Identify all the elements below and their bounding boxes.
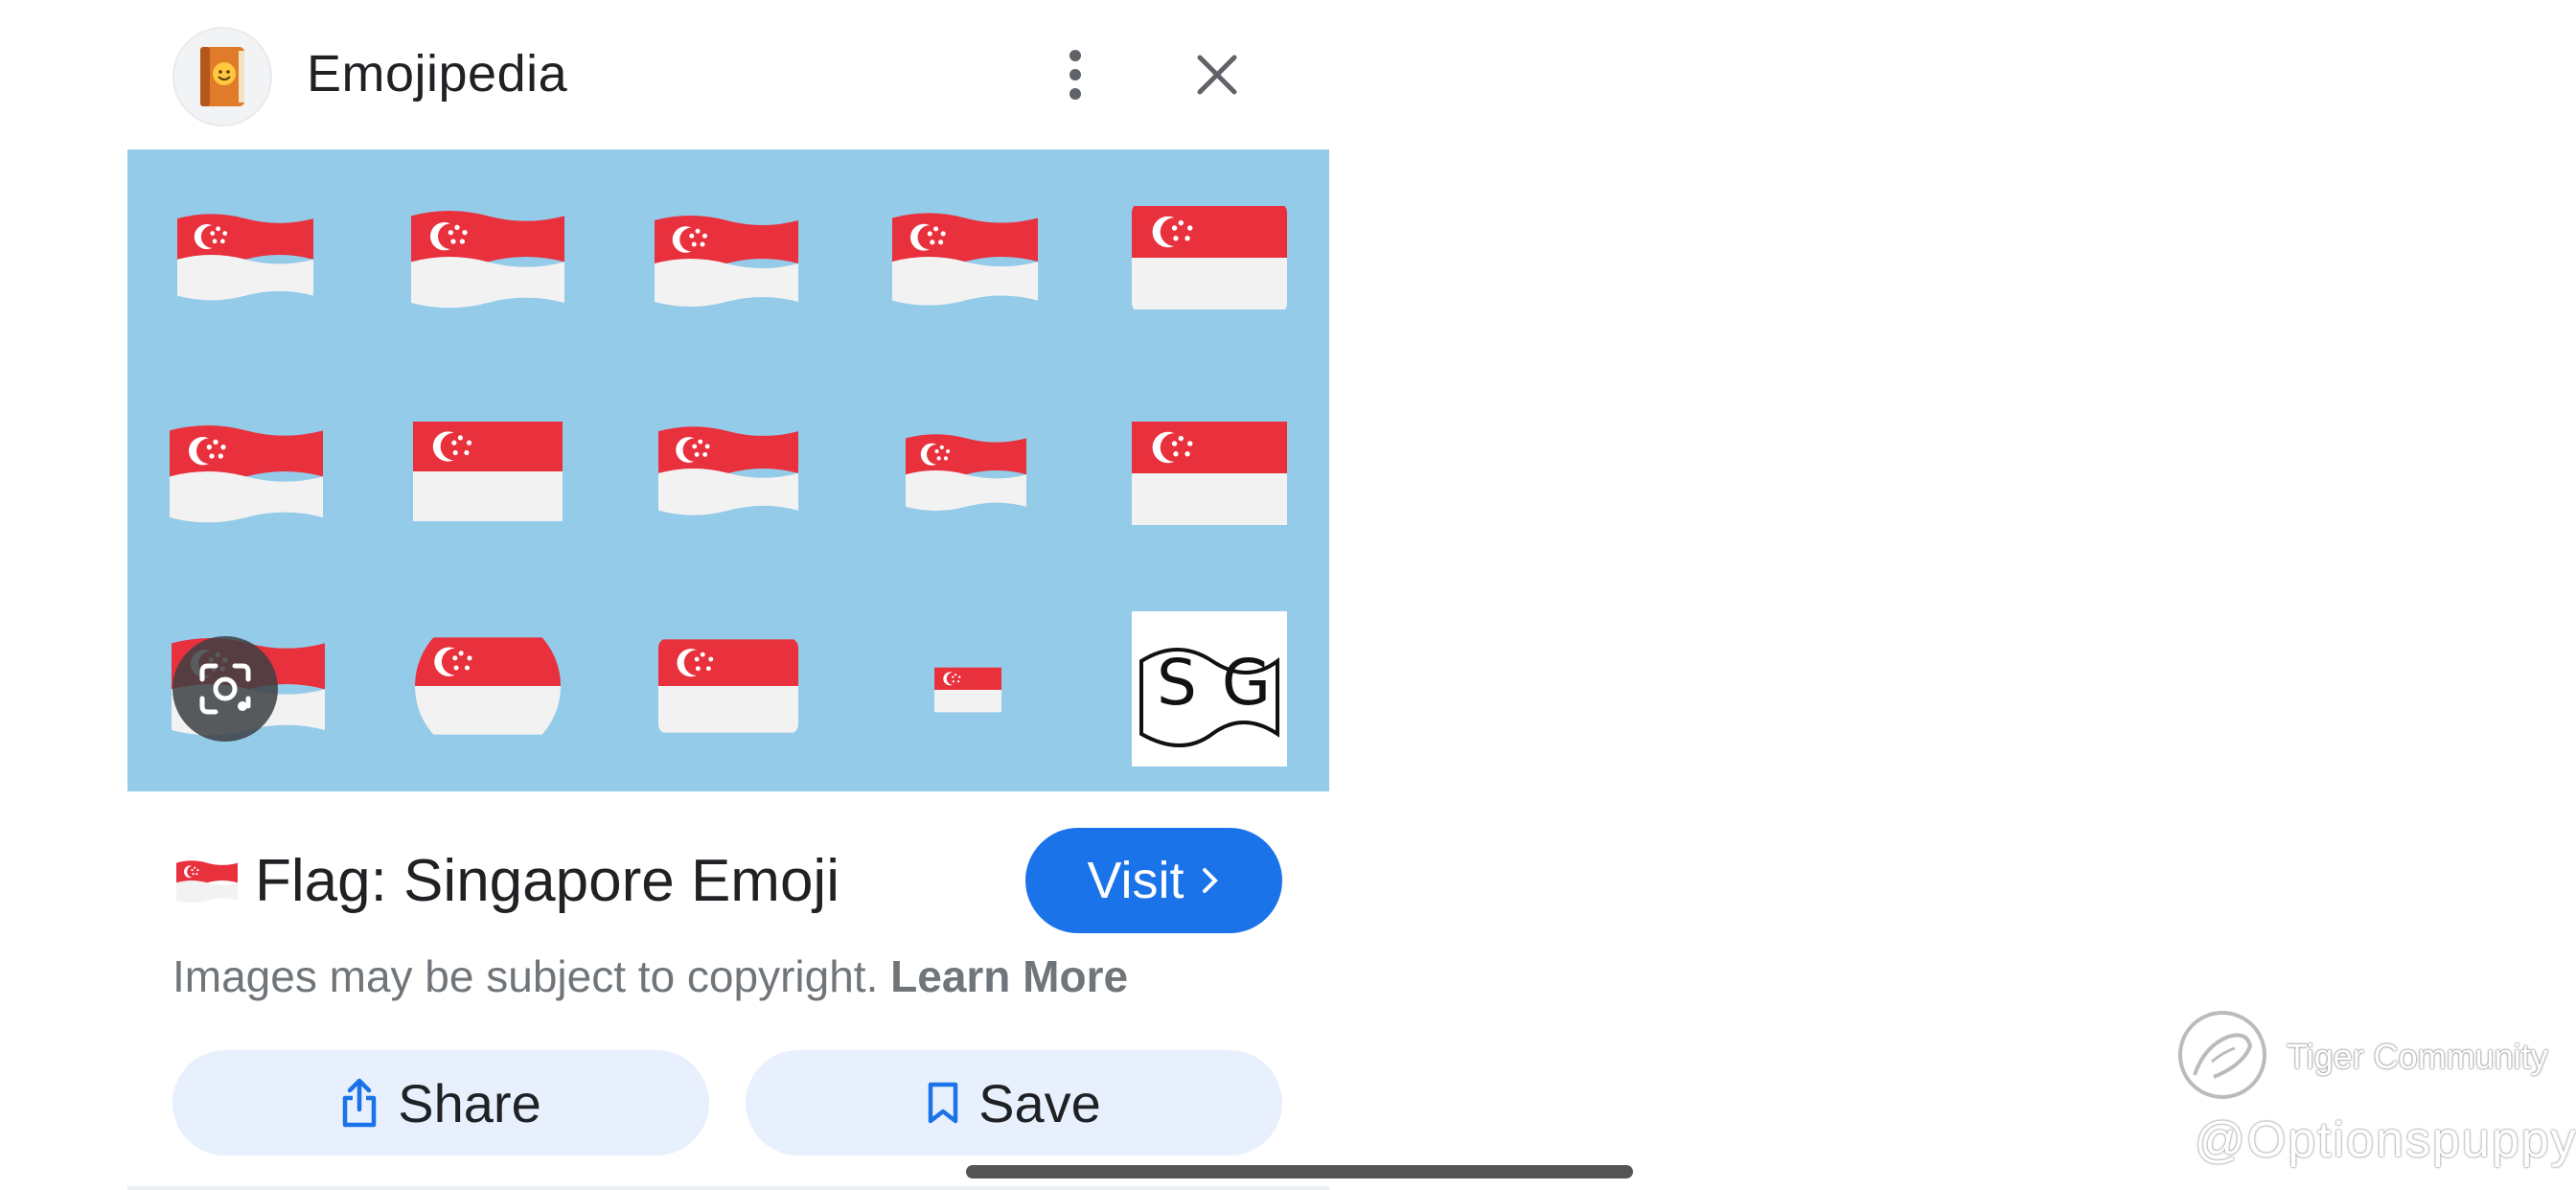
share-icon xyxy=(343,1078,377,1128)
sg-text-flag-tile: SG xyxy=(1132,611,1287,767)
flag-tile xyxy=(658,414,798,523)
copyright-text: Images may be subject to copyright. xyxy=(172,951,879,1001)
learn-more-link[interactable]: Learn More xyxy=(890,951,1128,1001)
save-label: Save xyxy=(978,1072,1101,1133)
close-icon[interactable] xyxy=(1188,46,1246,103)
flag-tile xyxy=(415,613,561,759)
copyright-notice: Images may be subject to copyright. Lear… xyxy=(172,950,1128,1002)
visit-button[interactable]: Visit xyxy=(1025,828,1282,933)
sg-label: SG xyxy=(1157,646,1297,720)
flag-tile xyxy=(658,638,798,734)
google-lens-icon[interactable] xyxy=(172,636,278,742)
chevron-right-icon xyxy=(1202,868,1218,893)
flag-tile xyxy=(1132,420,1287,527)
flag-tile xyxy=(411,201,564,312)
save-button[interactable]: Save xyxy=(746,1050,1282,1156)
more-vert-icon[interactable] xyxy=(1054,44,1096,105)
visit-label: Visit xyxy=(1087,852,1184,909)
flag-tile xyxy=(655,207,798,310)
result-header: Emojipedia xyxy=(0,0,1342,149)
flag-tile xyxy=(934,667,1001,713)
flag-tile xyxy=(413,422,563,521)
result-title[interactable]: Flag: Singapore Emoji xyxy=(255,847,840,915)
singapore-flag-icon xyxy=(176,858,238,903)
bookmark-icon xyxy=(928,1082,958,1124)
watermark-name: Tiger Community xyxy=(2287,1037,2548,1076)
next-result-edge xyxy=(127,1186,1329,1190)
home-indicator[interactable] xyxy=(966,1165,1633,1179)
share-button[interactable]: Share xyxy=(172,1050,709,1156)
flag-tile xyxy=(1132,201,1287,314)
watermark-handle: @Optionspuppy xyxy=(2195,1112,2576,1168)
share-label: Share xyxy=(398,1072,541,1133)
flag-tile xyxy=(170,412,323,531)
flag-tile xyxy=(892,203,1038,310)
result-image[interactable]: SG xyxy=(127,149,1329,791)
emojipedia-book-icon[interactable] xyxy=(172,27,272,126)
tiger-community-logo-icon xyxy=(2175,1008,2269,1102)
flag-tile xyxy=(906,427,1026,514)
site-title[interactable]: Emojipedia xyxy=(307,44,567,103)
flag-tile xyxy=(177,205,313,305)
